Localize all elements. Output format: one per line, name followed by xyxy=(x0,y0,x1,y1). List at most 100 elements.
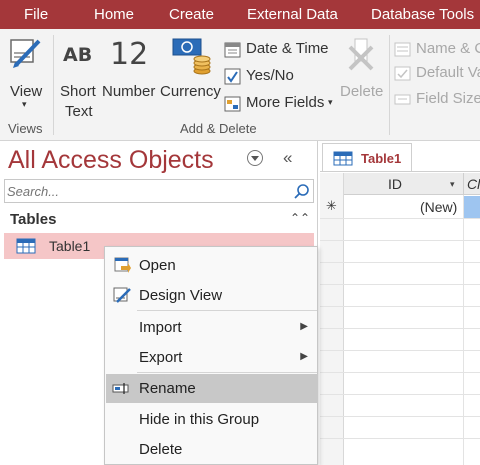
currency-icon xyxy=(172,38,211,75)
currency-button[interactable]: Currency xyxy=(160,33,222,117)
new-record-marker-icon: ✳ xyxy=(326,198,337,213)
tab-create[interactable]: Create xyxy=(169,6,214,23)
datasheet-area: Table1 ID ▾ Cl ✳ (New) xyxy=(320,141,480,465)
design-view-icon xyxy=(10,39,41,68)
grid-line xyxy=(320,240,480,241)
nav-pane-title[interactable]: All Access Objects xyxy=(8,146,214,175)
collapse-section-icon[interactable]: ⌃⌃ xyxy=(290,211,310,225)
default-value-button[interactable]: Default Va xyxy=(394,63,480,85)
tab-home[interactable]: Home xyxy=(94,6,134,23)
context-menu: Open Design View Import ▶ Export ▶ Renam… xyxy=(104,246,318,465)
tab-file[interactable]: File xyxy=(24,6,48,23)
menu-item-rename[interactable]: Rename xyxy=(106,374,318,403)
delete-label: Delete xyxy=(340,83,384,100)
column-header-row: ID ▾ Cl xyxy=(320,173,480,195)
yes-no-label: Yes/No xyxy=(246,67,294,84)
grid-line xyxy=(320,438,480,439)
submenu-arrow-icon: ▶ xyxy=(300,351,308,362)
sort-dropdown-icon[interactable]: ▾ xyxy=(450,179,455,190)
grid-line xyxy=(320,218,480,219)
menu-item-design-view[interactable]: Design View xyxy=(106,281,318,309)
menu-item-delete[interactable]: Delete xyxy=(106,435,318,463)
new-row-next-cell[interactable] xyxy=(464,196,480,218)
view-button[interactable]: View ▾ xyxy=(2,33,50,117)
field-size-button[interactable]: Field Size xyxy=(394,89,480,111)
nav-item-label: Table1 xyxy=(49,238,91,254)
row-selector-column xyxy=(320,173,344,465)
menu-item-label: Open xyxy=(139,257,176,274)
search-input[interactable] xyxy=(7,182,287,200)
name-caption-label: Name & C xyxy=(416,40,480,57)
grid-line xyxy=(320,394,480,395)
group-divider xyxy=(389,35,390,135)
more-fields-label: More Fields xyxy=(246,94,325,111)
menu-item-label: Import xyxy=(139,319,182,336)
design-view-icon xyxy=(113,287,131,303)
short-text-label-line2: Text xyxy=(65,103,93,120)
chevron-down-icon: ▾ xyxy=(328,97,333,107)
grid-line xyxy=(320,306,480,307)
number-label: Number xyxy=(102,83,156,100)
add-delete-group-label: Add & Delete xyxy=(180,121,257,136)
name-caption-button[interactable]: Name & C xyxy=(394,39,480,61)
table-icon xyxy=(16,238,36,254)
column-header-next[interactable]: Cl xyxy=(467,176,480,192)
new-row-id-cell[interactable]: (New) xyxy=(420,199,457,215)
name-caption-icon xyxy=(394,42,411,57)
menu-item-label: Design View xyxy=(139,287,223,304)
view-label: View xyxy=(10,83,43,100)
menu-item-hide-in-group[interactable]: Hide in this Group xyxy=(106,405,318,433)
nav-menu-dropdown-icon[interactable] xyxy=(246,149,264,167)
ribbon-tab-bar: File Home Create External Data Database … xyxy=(0,0,480,29)
search-box xyxy=(4,179,314,203)
grid-line xyxy=(320,372,480,373)
date-time-label: Date & Time xyxy=(246,40,329,57)
views-group-label: Views xyxy=(8,121,43,136)
menu-item-import[interactable]: Import ▶ xyxy=(106,313,318,341)
column-divider xyxy=(463,173,464,195)
grid-line xyxy=(320,328,480,329)
tab-external-data[interactable]: External Data xyxy=(247,6,338,23)
short-text-button[interactable]: AB Short Text xyxy=(56,33,100,120)
menu-separator xyxy=(137,372,317,373)
chevron-down-icon: ▾ xyxy=(22,99,27,109)
group-divider xyxy=(53,35,54,135)
default-value-icon xyxy=(394,66,411,81)
checkbox-icon xyxy=(224,68,241,85)
short-text-icon: AB xyxy=(63,44,93,66)
delete-icon xyxy=(348,38,374,71)
grid-line xyxy=(320,416,480,417)
menu-item-label: Hide in this Group xyxy=(139,411,260,428)
search-icon[interactable] xyxy=(293,183,310,200)
date-time-button[interactable]: Date & Time xyxy=(224,39,336,61)
number-button[interactable]: 12 Number xyxy=(100,33,160,117)
tab-database-tools[interactable]: Database Tools xyxy=(371,6,474,23)
menu-item-export[interactable]: Export ▶ xyxy=(106,343,318,371)
open-icon xyxy=(114,257,131,273)
menu-item-label: Delete xyxy=(139,441,183,458)
delete-field-button[interactable]: Delete xyxy=(338,33,386,117)
ribbon: View ▾ Views AB Short Text 12 Number Cur… xyxy=(0,29,480,141)
grid-line xyxy=(320,284,480,285)
number-icon: 12 xyxy=(110,37,149,72)
document-tab-label: Table1 xyxy=(361,151,402,166)
more-fields-button[interactable]: More Fields ▾ xyxy=(224,93,340,115)
yes-no-button[interactable]: Yes/No xyxy=(224,66,324,88)
document-tab-table1[interactable]: Table1 xyxy=(322,143,412,172)
currency-label: Currency xyxy=(160,83,221,100)
menu-item-label: Export xyxy=(139,349,183,366)
menu-separator xyxy=(137,310,317,311)
table-icon xyxy=(333,151,353,166)
grid-line xyxy=(320,350,480,351)
column-header-id[interactable]: ID xyxy=(388,176,402,192)
menu-item-open[interactable]: Open xyxy=(106,251,318,279)
short-text-label-line1: Short xyxy=(60,83,96,100)
more-fields-icon xyxy=(224,96,241,112)
grid-vertical-line xyxy=(463,195,464,465)
tables-section-header[interactable]: Tables xyxy=(10,211,56,228)
field-size-icon xyxy=(394,94,411,105)
menu-item-label: Rename xyxy=(139,380,196,397)
shutter-bar-close-icon[interactable]: « xyxy=(283,148,292,168)
rename-icon xyxy=(112,383,129,394)
tab-divider xyxy=(320,171,480,172)
